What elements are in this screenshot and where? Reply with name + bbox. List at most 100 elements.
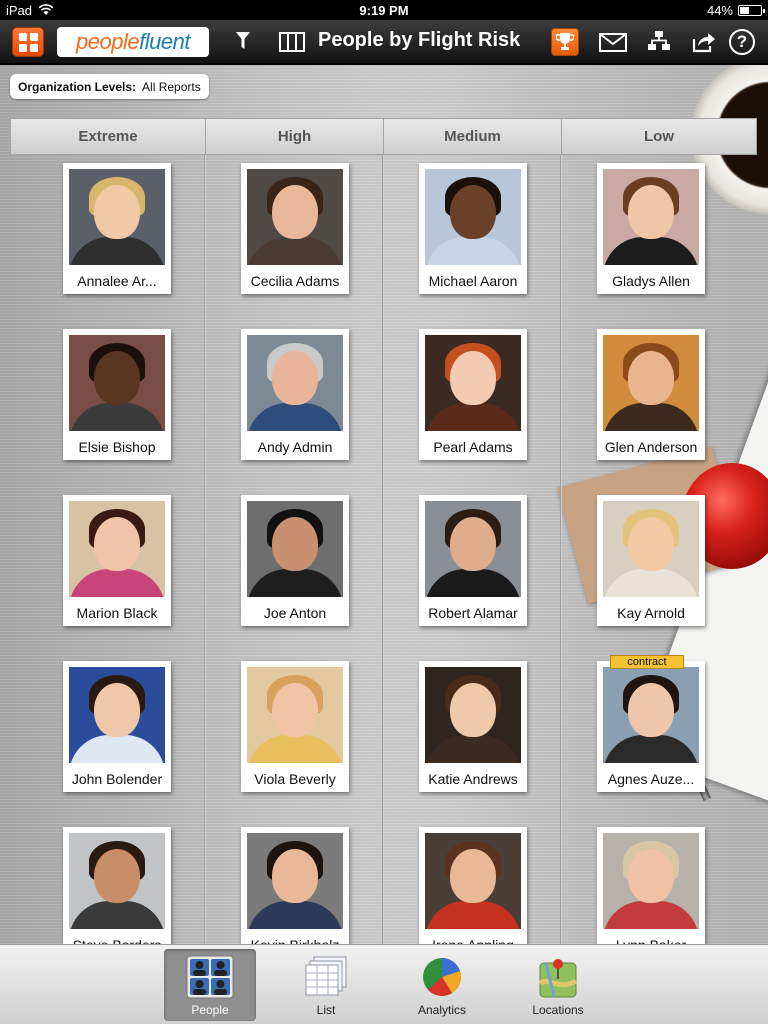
tab-people[interactable]: People: [164, 949, 256, 1021]
person-card[interactable]: Katie Andrews: [419, 661, 527, 792]
share-icon[interactable]: [692, 31, 716, 53]
trophy-button[interactable]: [551, 28, 579, 56]
face: [272, 517, 318, 571]
org-chart-icon[interactable]: [647, 30, 671, 52]
person-card[interactable]: Lynn Baker: [597, 827, 705, 944]
shoulders: [425, 735, 521, 763]
status-right: 44%: [706, 2, 765, 18]
column-divider: [204, 155, 206, 944]
person-photo: [425, 169, 521, 265]
person-name: Glen Anderson: [604, 439, 698, 455]
face: [628, 683, 674, 737]
tab-list[interactable]: List: [280, 949, 372, 1021]
column-header-extreme[interactable]: Extreme: [10, 118, 206, 155]
person-card[interactable]: Pearl Adams: [419, 329, 527, 460]
shoulders: [603, 569, 699, 597]
person-card[interactable]: John Bolender: [63, 661, 171, 792]
person-card[interactable]: Andy Admin: [241, 329, 349, 460]
person-card[interactable]: Elsie Bishop: [63, 329, 171, 460]
person-card[interactable]: Agnes Auze... contract: [597, 655, 705, 792]
person-card[interactable]: Joe Anton: [241, 495, 349, 626]
person-name: Katie Andrews: [428, 771, 518, 787]
battery-icon: [738, 4, 765, 16]
org-levels-value: All Reports: [142, 79, 201, 94]
person-photo: [425, 335, 521, 431]
person-photo: [425, 501, 521, 597]
person-card[interactable]: Michael Aaron: [419, 163, 527, 294]
person-card[interactable]: Irene Appling: [419, 827, 527, 944]
person-name: Cecilia Adams: [250, 273, 340, 289]
column-header-medium[interactable]: Medium: [383, 118, 562, 155]
face: [450, 185, 496, 239]
person-card[interactable]: Viola Beverly: [241, 661, 349, 792]
person-photo: [247, 833, 343, 929]
shoulders: [69, 403, 165, 431]
face: [272, 683, 318, 737]
person-card[interactable]: Kay Arnold: [597, 495, 705, 626]
peoplefluent-logo: people fluent: [57, 27, 209, 57]
person-name: Andy Admin: [257, 439, 333, 455]
mail-icon[interactable]: [599, 33, 627, 52]
tab-bar: People List Analytics Locations: [0, 944, 768, 1024]
person-card[interactable]: Cecilia Adams: [241, 163, 349, 294]
column-header-low[interactable]: Low: [561, 118, 757, 155]
tab-label: List: [316, 1003, 336, 1017]
logo-text-people: people: [76, 29, 140, 54]
tab-locations[interactable]: Locations: [512, 949, 604, 1021]
contract-badge: contract: [610, 655, 684, 669]
tab-analytics[interactable]: Analytics: [396, 949, 488, 1021]
person-name: Robert Alamar: [428, 605, 518, 621]
person-photo: [69, 501, 165, 597]
face: [94, 683, 140, 737]
list-icon: [302, 955, 350, 999]
shoulders: [603, 901, 699, 929]
face: [272, 185, 318, 239]
person-photo: [247, 169, 343, 265]
page-title: People by Flight Risk: [318, 29, 521, 51]
column-divider: [560, 155, 562, 944]
face: [94, 185, 140, 239]
shoulders: [69, 237, 165, 265]
org-levels-selector[interactable]: Organization Levels: All Reports: [10, 74, 209, 99]
person-name: Kay Arnold: [617, 605, 685, 621]
person-photo: [603, 833, 699, 929]
person-name: Steve Borders: [69, 937, 165, 944]
person-photo: [425, 833, 521, 929]
person-photo: [247, 501, 343, 597]
person-card[interactable]: Steve Borders: [63, 827, 171, 944]
column-header-high[interactable]: High: [205, 118, 384, 155]
person-card[interactable]: Robert Alamar: [419, 495, 527, 626]
face: [628, 351, 674, 405]
face: [94, 849, 140, 903]
face: [628, 185, 674, 239]
shoulders: [247, 901, 343, 929]
shoulders: [247, 735, 343, 763]
person-photo: [69, 833, 165, 929]
face: [450, 849, 496, 903]
clock: 9:19 PM: [359, 2, 409, 18]
org-levels-label: Organization Levels:: [18, 79, 137, 94]
person-card[interactable]: Marion Black: [63, 495, 171, 626]
columns-view-icon[interactable]: [279, 32, 305, 52]
column-header-label: High: [277, 128, 312, 145]
shoulders: [603, 237, 699, 265]
face: [94, 351, 140, 405]
app-menu-button[interactable]: [12, 27, 44, 57]
person-card[interactable]: Glen Anderson: [597, 329, 705, 460]
person-photo: [247, 335, 343, 431]
shoulders: [69, 735, 165, 763]
filter-icon[interactable]: [236, 31, 250, 51]
people-board: Organization Levels: All Reports Extreme…: [0, 65, 768, 944]
status-left: iPad: [6, 3, 54, 18]
person-name: Gladys Allen: [612, 273, 690, 289]
person-card[interactable]: Annalee Ar...: [63, 163, 171, 294]
wifi-icon: [38, 4, 54, 15]
device-label: iPad: [6, 2, 33, 18]
help-icon[interactable]: ?: [729, 29, 755, 55]
person-card[interactable]: Gladys Allen: [597, 163, 705, 294]
person-name: Kevin Birkholz: [247, 937, 343, 944]
tab-label: Locations: [532, 1003, 584, 1017]
person-name: Annalee Ar...: [77, 273, 157, 289]
battery-percent: 44%: [706, 2, 733, 18]
person-card[interactable]: Kevin Birkholz: [241, 827, 349, 944]
